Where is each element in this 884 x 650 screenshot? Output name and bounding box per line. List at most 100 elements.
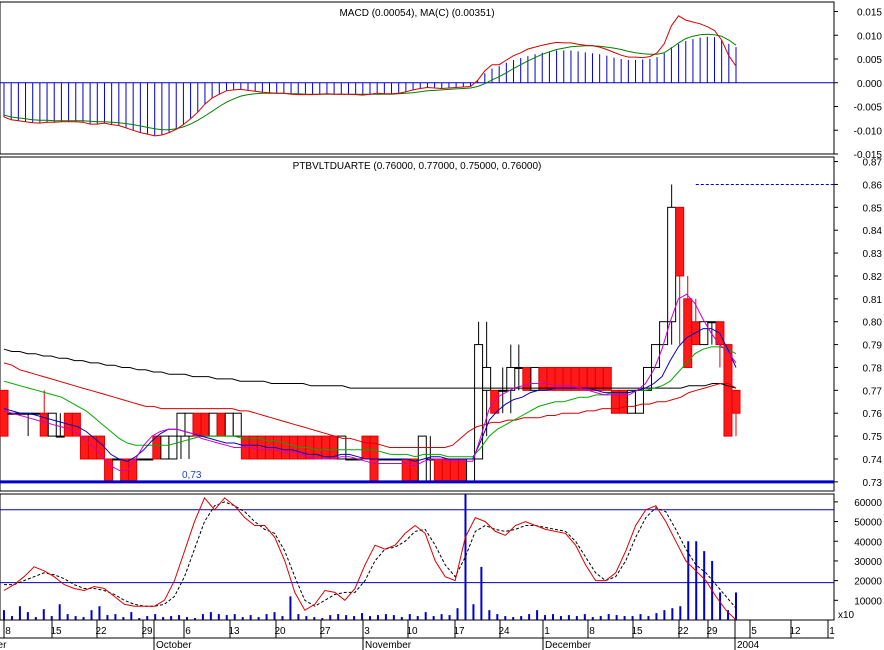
candle-body (345, 458, 355, 461)
x-tick-label: 29 (141, 626, 153, 637)
candle-body (602, 366, 612, 391)
candle-body (361, 435, 371, 460)
candle-body (586, 366, 596, 391)
candle-body (675, 206, 685, 277)
candle-body (562, 366, 572, 391)
candle-body (683, 298, 693, 368)
support-label: 0,73 (182, 470, 202, 481)
y-tick-label: 0.85 (863, 203, 883, 214)
candle-body (514, 366, 524, 369)
candle-body (554, 366, 564, 391)
candle-body (104, 458, 114, 483)
candle-body (498, 389, 508, 392)
candle-body (96, 435, 106, 460)
y-tick-label: -0.005 (854, 103, 883, 114)
candle-body (409, 458, 419, 483)
month-label: October (156, 640, 192, 650)
y-tick-label: 0.74 (863, 455, 883, 466)
candle-body (530, 366, 540, 391)
y-tick-label: 0.73 (863, 478, 883, 489)
x-tick-label: 3 (364, 626, 370, 637)
candle-body (707, 321, 717, 324)
x-tick-label: 22 (95, 626, 107, 637)
y-tick-label: 0.000 (857, 79, 882, 90)
candle-body (232, 412, 242, 437)
y-tick-label: 10000 (854, 596, 882, 607)
candle-body (634, 389, 644, 414)
candle-body (723, 344, 733, 437)
y-tick-label: 30000 (854, 557, 882, 568)
x-tick-label: 8 (5, 626, 11, 637)
month-label: 2004 (737, 640, 760, 650)
candle-body (441, 458, 451, 483)
x-tick-label: 15 (50, 626, 62, 637)
x-tick-label: 22 (677, 626, 689, 637)
candle-body (168, 435, 178, 460)
x-tick-label: 1 (829, 626, 835, 637)
x-tick-label: 24 (498, 626, 510, 637)
price-title: PTBVLTDUARTE (0.76000, 0.77000, 0.75000,… (293, 161, 542, 172)
chart-canvas: MACD (0.00054), MA(C) (0.00351) 0.015 0.0… (0, 0, 884, 650)
y-tick-label: 0.81 (863, 295, 883, 306)
candle-body (610, 389, 620, 414)
x-tick-label: 27 (319, 626, 331, 637)
candle-body (208, 412, 218, 437)
candle-body (474, 344, 484, 460)
candle-body (731, 389, 741, 414)
y-tick-label: -0.010 (854, 126, 883, 137)
candle-body (289, 435, 299, 460)
candle-body (321, 435, 331, 460)
y-tick-label: 0.80 (863, 318, 883, 329)
month-label: November (365, 640, 412, 650)
x-tick-label: 15 (631, 626, 643, 637)
candle-body (458, 458, 468, 483)
candle-body (449, 458, 459, 483)
candle-body (160, 435, 170, 460)
month-label: December (545, 640, 592, 650)
y-tick-label: 0.77 (863, 386, 883, 397)
y-tick-label: 0.84 (863, 226, 883, 237)
y-tick-label: 0.010 (857, 31, 882, 42)
y-tick-label: 0.82 (863, 272, 883, 283)
y-tick-label: 60000 (854, 498, 882, 509)
month-label-partial: ber (0, 640, 7, 650)
y-tick-label: 0.005 (857, 55, 882, 66)
candle-body (224, 412, 234, 437)
y-tick-label: 0.015 (857, 8, 882, 19)
candle-body (136, 458, 146, 461)
x-tick-label: 20 (274, 626, 286, 637)
y-tick-label: 0.79 (863, 341, 883, 352)
y-tick-label: 40000 (854, 537, 882, 548)
candle-body (522, 366, 532, 391)
x-tick-label: 29 (706, 626, 718, 637)
candle-body (55, 435, 65, 438)
y-tick-label: 0.86 (863, 180, 883, 191)
candle-body (401, 458, 411, 483)
candle-body (281, 435, 291, 460)
x-tick-label: 6 (185, 626, 191, 637)
x-tick-label: 10 (406, 626, 418, 637)
y-tick-label: 0.76 (863, 409, 883, 420)
candle-body (618, 389, 628, 414)
candle-body (433, 458, 443, 483)
candle-body (216, 412, 226, 437)
macd-title: MACD (0.00054), MA(C) (0.00351) (339, 8, 494, 19)
candle-body (594, 366, 604, 391)
x-tick-label: 13 (228, 626, 240, 637)
y-tick-label: 20000 (854, 577, 882, 588)
candle-body (546, 366, 556, 391)
candle-body (176, 412, 186, 437)
candle-body (482, 366, 492, 391)
x-tick-label: 8 (589, 626, 595, 637)
y-tick-label: 0.78 (863, 363, 883, 374)
y-tick-label: 0.87 (863, 158, 883, 169)
candle-body (200, 412, 210, 437)
volume-unit-note: x10 (838, 610, 855, 621)
x-tick-label: 17 (453, 626, 465, 637)
candle-body (578, 366, 588, 391)
x-tick-label: 12 (789, 626, 801, 637)
candle-body (192, 412, 202, 437)
candle-body (337, 435, 347, 460)
candle-body (466, 458, 476, 483)
candle-body (0, 389, 9, 437)
